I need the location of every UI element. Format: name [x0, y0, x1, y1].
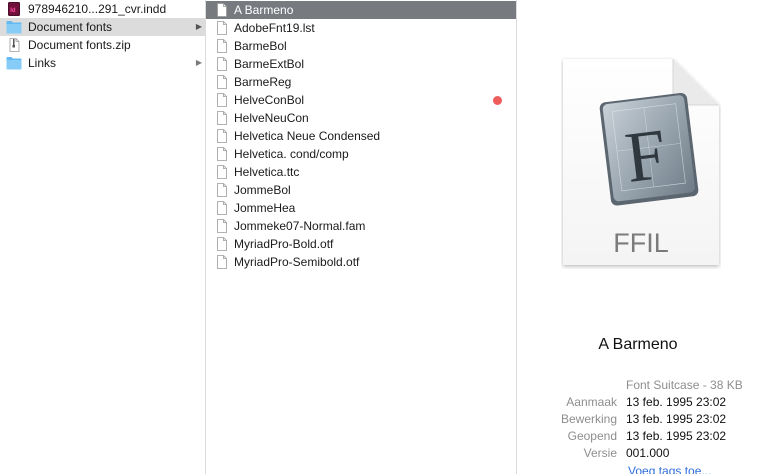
file-item-label: BarmeExtBol: [234, 57, 305, 71]
folder-item-label: Document fonts: [28, 20, 113, 34]
file-item-label: BarmeBol: [234, 39, 287, 53]
file-item-label: JommeHea: [234, 201, 296, 215]
file-item-label: JommeBol: [234, 183, 291, 197]
meta-key: Aanmaak: [566, 395, 617, 409]
document-icon: [217, 75, 227, 89]
column-1: Id 978946210...291_cvr.indd Document fon…: [0, 0, 206, 474]
folder-item-document-fonts[interactable]: Document fonts ▶: [0, 18, 205, 36]
document-icon: [217, 111, 227, 125]
file-item-label: 978946210...291_cvr.indd: [28, 2, 167, 16]
folder-icon: [6, 21, 22, 34]
document-icon: [217, 255, 227, 269]
file-item[interactable]: BarmeReg: [206, 73, 516, 91]
file-item[interactable]: HelveConBol: [206, 91, 516, 109]
folder-item-links[interactable]: Links ▶: [0, 54, 205, 72]
file-item[interactable]: JommeHea: [206, 199, 516, 217]
preview-kind-size: Font Suitcase - 38 KB: [626, 378, 743, 392]
file-item-label: Helvetica.ttc: [234, 165, 300, 179]
document-icon: [217, 165, 227, 179]
meta-value: 13 feb. 1995 23:02: [626, 395, 727, 409]
file-item-label: AdobeFnt19.lst: [234, 21, 315, 35]
file-item-zip[interactable]: Document fonts.zip: [0, 36, 205, 54]
document-icon: [217, 3, 227, 17]
chevron-right-icon: ▶: [195, 22, 202, 31]
document-icon: [217, 183, 227, 197]
file-item-indd[interactable]: Id 978946210...291_cvr.indd: [0, 0, 205, 18]
document-icon: [217, 147, 227, 161]
folder-item-label: Links: [28, 56, 57, 70]
file-item-label: MyriadPro-Semibold.otf: [234, 255, 360, 269]
folder-icon: [6, 57, 22, 70]
file-item[interactable]: Helvetica Neue Condensed: [206, 127, 516, 145]
red-tag-dot: [493, 96, 502, 105]
file-item-label: A Barmeno: [234, 3, 294, 17]
file-item-label: Document fonts.zip: [28, 38, 131, 52]
document-icon: [217, 39, 227, 53]
file-item-label: HelveConBol: [234, 93, 305, 107]
file-item-label: Helvetica Neue Condensed: [234, 129, 381, 143]
document-icon: [217, 219, 227, 233]
meta-value: 13 feb. 1995 23:02: [626, 412, 727, 426]
font-suitcase-file-icon: F FFIL: [563, 59, 719, 265]
file-item[interactable]: BarmeBol: [206, 37, 516, 55]
meta-value: 001.000: [626, 446, 670, 460]
svg-text:Id: Id: [10, 8, 16, 14]
document-icon: [217, 21, 227, 35]
file-item[interactable]: BarmeExtBol: [206, 55, 516, 73]
meta-key: Bewerking: [560, 412, 617, 426]
indesign-file-icon: Id: [8, 2, 20, 16]
document-icon: [217, 237, 227, 251]
column-2: A Barmeno AdobeFnt19.lst BarmeBol BarmeE…: [206, 0, 517, 474]
file-item[interactable]: AdobeFnt19.lst: [206, 19, 516, 37]
file-item[interactable]: MyriadPro-Semibold.otf: [206, 253, 516, 271]
file-item[interactable]: JommeBol: [206, 181, 516, 199]
preview-icon-type-text: FFIL: [613, 228, 669, 258]
file-item-label: Helvetica. cond/comp: [234, 147, 349, 161]
document-icon: [217, 129, 227, 143]
file-item[interactable]: MyriadPro-Bold.otf: [206, 235, 516, 253]
document-icon: [217, 201, 227, 215]
meta-key: Geopend: [567, 429, 617, 443]
document-icon: [217, 57, 227, 71]
meta-key: Versie: [583, 446, 617, 460]
meta-value: 13 feb. 1995 23:02: [626, 429, 727, 443]
chevron-right-icon: ▶: [195, 58, 202, 67]
add-tags-link[interactable]: Voeg tags toe...: [628, 464, 711, 474]
file-item[interactable]: HelveNeuCon: [206, 109, 516, 127]
file-item-label: BarmeReg: [234, 75, 292, 89]
file-item-label: MyriadPro-Bold.otf: [234, 237, 334, 251]
file-item-label: Jommeke07-Normal.fam: [234, 219, 366, 233]
file-item[interactable]: Helvetica. cond/comp: [206, 145, 516, 163]
zip-file-icon: [9, 38, 20, 52]
preview-pane: F FFIL A Barmeno Font Suitcase - 38 KB A…: [517, 0, 759, 474]
document-icon: [217, 93, 227, 107]
file-item-label: HelveNeuCon: [234, 111, 309, 125]
file-item[interactable]: Helvetica.ttc: [206, 163, 516, 181]
file-item[interactable]: Jommeke07-Normal.fam: [206, 217, 516, 235]
file-item-a-barmeno[interactable]: A Barmeno: [206, 1, 516, 19]
preview-title: A Barmeno: [598, 336, 678, 353]
